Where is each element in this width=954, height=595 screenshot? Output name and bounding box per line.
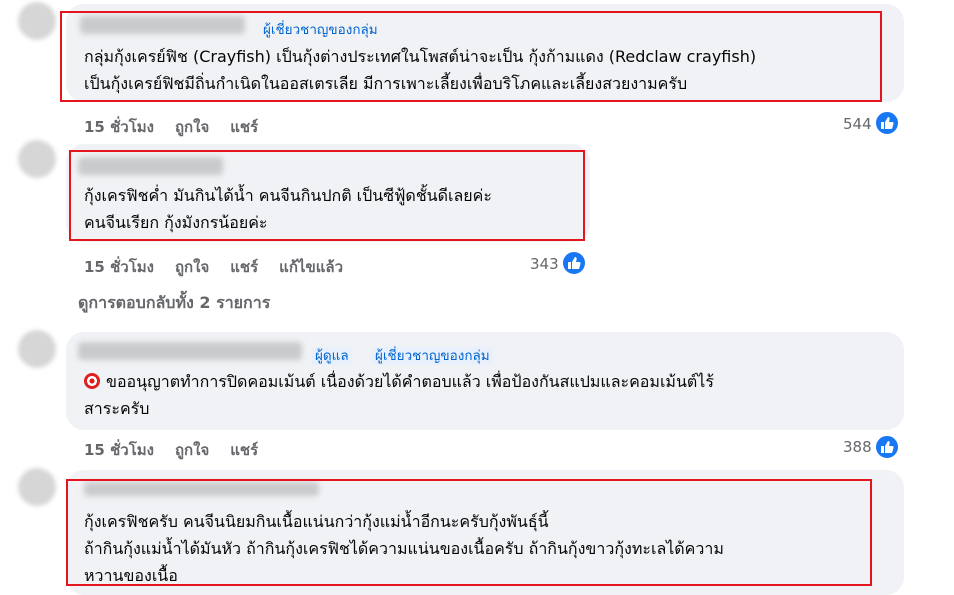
like-reaction-icon[interactable] bbox=[561, 250, 587, 276]
avatar[interactable] bbox=[18, 468, 56, 506]
comment-time[interactable]: 15 ชั่วโมง bbox=[84, 258, 154, 276]
highlight-box bbox=[60, 11, 882, 102]
highlight-box bbox=[69, 150, 585, 241]
comment-time[interactable]: 15 ชั่วโมง bbox=[84, 118, 154, 136]
share-button[interactable]: แชร์ bbox=[230, 441, 258, 459]
share-button[interactable]: แชร์ bbox=[230, 118, 258, 136]
like-reaction-icon[interactable] bbox=[874, 110, 900, 136]
like-button[interactable]: ถูกใจ bbox=[175, 118, 209, 136]
like-button[interactable]: ถูกใจ bbox=[175, 258, 209, 276]
edited-label[interactable]: แก้ไขแล้ว bbox=[279, 258, 343, 276]
share-button[interactable]: แชร์ bbox=[230, 258, 258, 276]
target-icon bbox=[84, 373, 100, 389]
expert-badge[interactable]: ผู้เชี่ยวชาญของกลุ่ม bbox=[372, 344, 493, 366]
reaction-count[interactable]: 343 bbox=[530, 255, 559, 273]
like-reaction-icon[interactable] bbox=[874, 434, 900, 460]
comment-actions: 15 ชั่วโมง ถูกใจ แชร์ bbox=[84, 438, 279, 462]
view-replies-link[interactable]: ดูการตอบกลับทั้ง 2 รายการ bbox=[78, 291, 270, 316]
avatar[interactable] bbox=[18, 330, 56, 368]
comment-actions: 15 ชั่วโมง ถูกใจ แชร์ bbox=[84, 115, 279, 139]
avatar[interactable] bbox=[18, 140, 56, 178]
highlight-box bbox=[66, 479, 872, 586]
admin-badge[interactable]: ผู้ดูแล bbox=[312, 344, 352, 366]
scrollbar-track[interactable] bbox=[932, 0, 954, 589]
reaction-count[interactable]: 388 bbox=[843, 438, 872, 456]
reaction-count[interactable]: 544 bbox=[843, 115, 872, 133]
avatar[interactable] bbox=[18, 2, 56, 40]
comment-text: ขออนุญาตทำการปิดคอมเม้นต์ เนื่องด้วยได้ค… bbox=[84, 372, 714, 418]
comment-actions: 15 ชั่วโมง ถูกใจ แชร์ แก้ไขแล้ว bbox=[84, 255, 364, 279]
comment-time[interactable]: 15 ชั่วโมง bbox=[84, 441, 154, 459]
commenter-name[interactable] bbox=[78, 342, 302, 360]
like-button[interactable]: ถูกใจ bbox=[175, 441, 209, 459]
